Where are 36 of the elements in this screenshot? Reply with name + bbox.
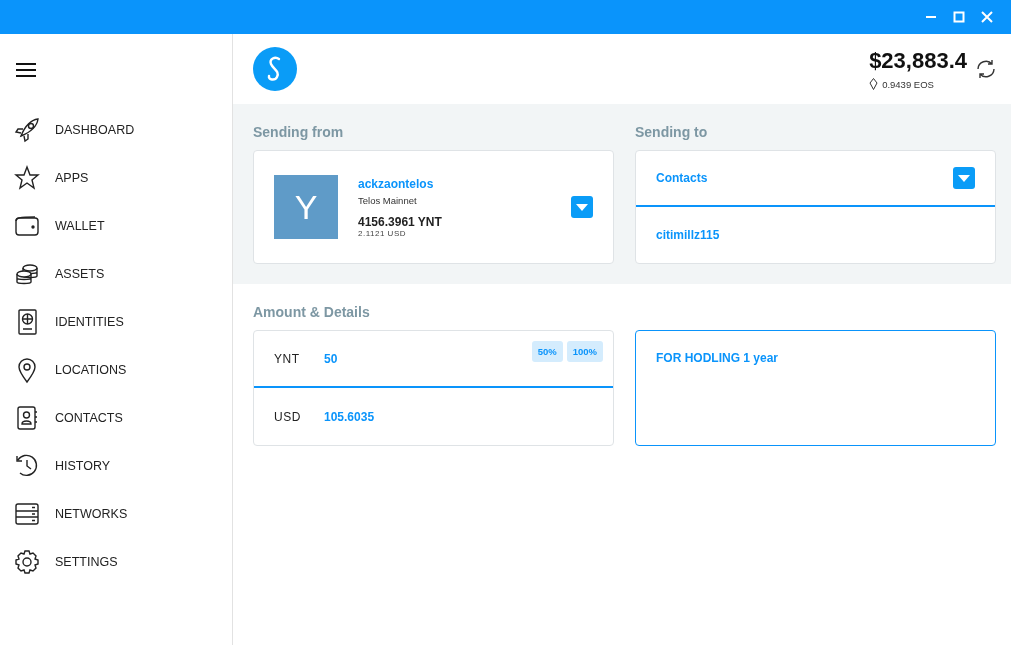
section-title: Sending to [635,124,709,142]
sidebar-item[interactable]: APPS [13,154,232,202]
sidebar-item[interactable]: LOCATIONS [13,346,232,394]
menu-icon[interactable] [16,62,36,78]
sidebar-item[interactable]: NETWORKS [13,490,232,538]
token-amount: 4156.3961 YNT [358,214,443,229]
account-name: ackzaontelos [358,176,435,191]
token-balance: 0.9439 EOS [882,78,934,90]
sidebar-item[interactable]: WALLET [13,202,232,250]
section-title: Sending from [253,124,345,142]
caret-icon [958,174,970,182]
caret-icon [576,203,588,211]
sidebar-item[interactable]: IDENTITIES [13,298,232,346]
sidebar-item[interactable]: ASSETS [13,250,232,298]
fiat-amount: 2.1121 USD [358,228,407,238]
section-title: Amount & Details [253,304,371,322]
sidebar-item[interactable]: DASHBOARD [13,106,232,154]
avatar: Y [274,175,338,239]
sidebar-item[interactable]: CONTACTS [13,394,232,442]
network-name: Telos Mainnet [358,194,418,206]
eos-icon [869,78,879,90]
close-icon[interactable] [981,11,993,23]
refresh-icon[interactable] [975,58,997,80]
sidebar-item[interactable]: HISTORY [13,442,232,490]
maximize-icon[interactable] [953,11,965,23]
star-icon [13,164,41,192]
settings-icon [13,548,41,576]
sidebar-item[interactable]: SETTINGS [13,538,232,586]
fiat-label: USD [274,409,302,424]
server-icon [13,500,41,528]
dropdown-button[interactable] [953,167,975,189]
rocket-icon [13,116,41,144]
logo-icon [253,47,297,91]
dropdown-button[interactable] [571,196,593,218]
balance-amount: $23,883.4 [869,48,967,74]
token-label: YNT [274,351,301,366]
